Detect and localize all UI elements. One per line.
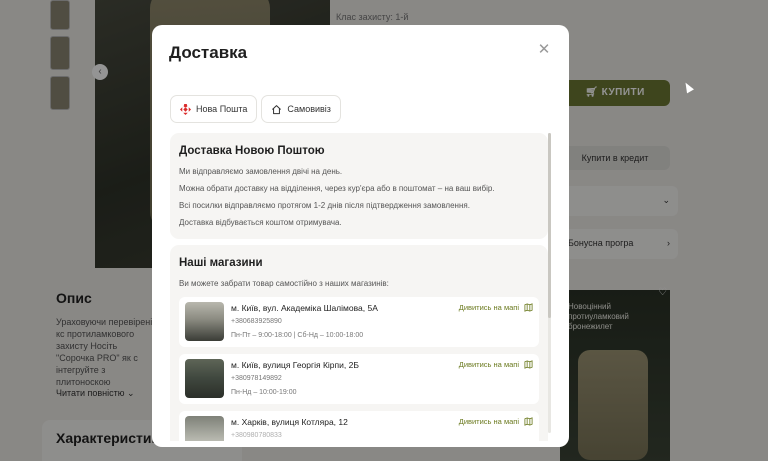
info-line: Ми відправляємо замовлення двічі на день…	[179, 167, 343, 176]
tab-label: Самовивіз	[287, 104, 331, 114]
modal-scroll-area[interactable]: Доставка Новою Поштою Ми відправляємо за…	[170, 133, 548, 441]
store-phone[interactable]: +380980780833	[231, 432, 282, 439]
panel-title: Наші магазини	[179, 257, 263, 269]
store-hours: Пн-Пт – 9:00-18:00 | Сб-Нд – 10:00-18:00	[231, 332, 364, 339]
store-hours: Пн-Нд – 10:00-19:00	[231, 389, 297, 396]
store-address: м. Київ, вул. Академіка Шалімова, 5А	[231, 303, 378, 313]
tab-nova-poshta[interactable]: Нова Пошта	[170, 95, 258, 123]
map-link-label: Дивитись на мапі	[458, 303, 519, 312]
map-icon	[524, 303, 533, 312]
map-icon	[524, 360, 533, 369]
info-line: Всі посилки відправляємо протягом 1-2 дн…	[179, 201, 470, 210]
store-phone[interactable]: +380683925890	[231, 318, 282, 325]
stores-subtitle: Ви можете забрати товар самостійно з наш…	[179, 279, 389, 288]
store-card: м. Харків, вулиця Котляра, 12 +380980780…	[179, 411, 539, 441]
info-line: Можна обрати доставку на відділення, чер…	[179, 184, 495, 193]
modal-title: Доставка	[169, 43, 248, 62]
scrollbar[interactable]	[548, 133, 551, 433]
store-card: м. Київ, вулиця Георгія Кірпи, 2Б +38097…	[179, 354, 539, 404]
view-on-map-link[interactable]: Дивитись на мапі	[459, 417, 533, 426]
store-address: м. Харків, вулиця Котляра, 12	[231, 417, 348, 427]
store-photo	[185, 359, 224, 398]
map-link-label: Дивитись на мапі	[458, 417, 519, 426]
scrollbar-thumb[interactable]	[548, 133, 551, 318]
stores-panel: Наші магазини Ви можете забрати товар са…	[170, 245, 548, 441]
delivery-tabs: Нова Пошта Самовивіз	[170, 95, 341, 123]
store-address: м. Київ, вулиця Георгія Кірпи, 2Б	[231, 360, 359, 370]
map-icon	[524, 417, 533, 426]
panel-title: Доставка Новою Поштою	[179, 145, 325, 157]
tab-pickup[interactable]: Самовивіз	[261, 95, 341, 123]
store-phone[interactable]: +380978149892	[231, 375, 282, 382]
info-line: Доставка відбувається коштом отримувача.	[179, 218, 342, 227]
map-link-label: Дивитись на мапі	[458, 360, 519, 369]
view-on-map-link[interactable]: Дивитись на мапі	[459, 303, 533, 312]
delivery-modal: Доставка ✕ Нова Пошта Самовивіз Доставка…	[152, 25, 569, 447]
nova-poshta-panel: Доставка Новою Поштою Ми відправляємо за…	[170, 133, 548, 239]
store-photo	[185, 416, 224, 441]
close-icon[interactable]: ✕	[537, 42, 551, 57]
tab-label: Нова Пошта	[196, 104, 248, 114]
nova-poshta-icon	[180, 103, 191, 115]
view-on-map-link[interactable]: Дивитись на мапі	[459, 360, 533, 369]
home-icon	[271, 104, 282, 115]
store-photo	[185, 302, 224, 341]
store-card: м. Київ, вул. Академіка Шалімова, 5А +38…	[179, 297, 539, 347]
